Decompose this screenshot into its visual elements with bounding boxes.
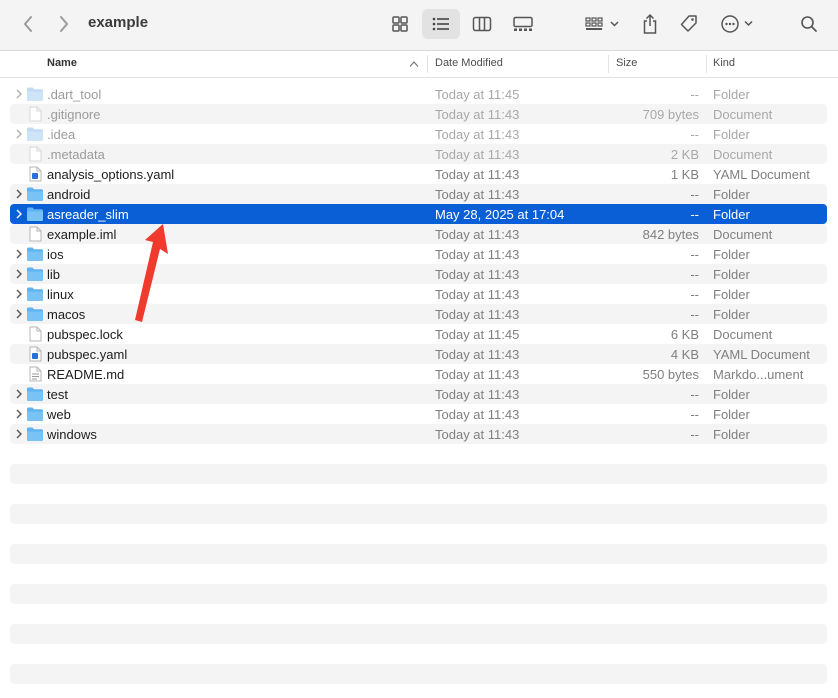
annotation-arrow <box>135 224 168 322</box>
